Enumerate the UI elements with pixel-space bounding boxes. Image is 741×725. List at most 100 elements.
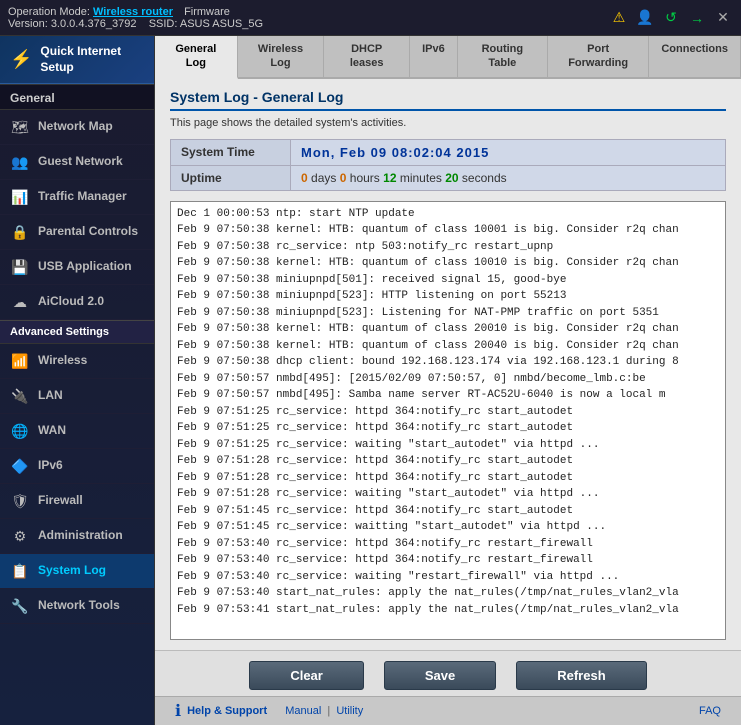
log-line: Dec 1 00:00:53 ntp: start NTP update — [175, 206, 721, 223]
wireless-label: Wireless — [38, 353, 87, 369]
tab-wireless-log[interactable]: Wireless Log — [238, 36, 325, 77]
system-time-value: Mon, Feb 09 08:02:04 2015 — [291, 139, 726, 165]
version-value: 3.0.0.4.376_3792 — [51, 18, 137, 30]
log-line: Feb 9 07:51:25 rc_service: httpd 364:not… — [175, 404, 721, 421]
sidebar-item-aicloud[interactable]: ☁ AiCloud 2.0 — [0, 285, 154, 320]
tab-ipv6[interactable]: IPv6 — [410, 36, 458, 77]
action-bar: Clear Save Refresh — [155, 650, 741, 696]
firmware-label: Firmware — [184, 6, 230, 18]
sidebar-item-wan[interactable]: 🌐 WAN — [0, 414, 154, 449]
quick-internet-setup[interactable]: ⚡ Quick Internet Setup — [0, 36, 154, 84]
traffic-manager-icon: 📊 — [10, 187, 30, 207]
uptime-seconds-label: seconds — [462, 171, 507, 185]
faq-link[interactable]: FAQ — [699, 705, 721, 717]
refresh-header-icon[interactable]: ↺ — [661, 8, 681, 28]
uptime-hours: 0 — [340, 171, 347, 185]
uptime-minutes-label: minutes — [400, 171, 442, 185]
uptime-label: Uptime — [171, 165, 291, 190]
clear-button[interactable]: Clear — [249, 661, 364, 690]
uptime-minutes: 12 — [383, 171, 396, 185]
op-mode-value: Wireless router — [93, 6, 173, 18]
tab-routing-table[interactable]: Routing Table — [458, 36, 548, 77]
sidebar-item-ipv6[interactable]: 🔷 IPv6 — [0, 449, 154, 484]
log-container[interactable]: Dec 1 00:00:53 ntp: start NTP updateFeb … — [170, 201, 726, 640]
guest-network-icon: 👥 — [10, 152, 30, 172]
sidebar-item-network-map[interactable]: 🗺 Network Map — [0, 110, 154, 145]
system-time-label: System Time — [171, 139, 291, 165]
footer-links: Manual | Utility — [285, 705, 363, 717]
sidebar-item-system-log[interactable]: 📋 System Log — [0, 554, 154, 589]
uptime-value: 0 days 0 hours 12 minutes 20 seconds — [291, 165, 726, 190]
log-line: Feb 9 07:51:25 rc_service: waiting "star… — [175, 437, 721, 454]
ipv6-label: IPv6 — [38, 458, 63, 474]
page-content: System Log - General Log This page shows… — [155, 79, 741, 650]
main-layout: ⚡ Quick Internet Setup General 🗺 Network… — [0, 36, 741, 725]
lan-label: LAN — [38, 388, 63, 404]
network-tools-icon: 🔧 — [10, 596, 30, 616]
log-line: Feb 9 07:50:38 kernel: HTB: quantum of c… — [175, 222, 721, 239]
utility-link[interactable]: Utility — [336, 705, 363, 717]
page-description: This page shows the detailed system's ac… — [170, 117, 726, 129]
log-line: Feb 9 07:50:38 kernel: HTB: quantum of c… — [175, 255, 721, 272]
setup-icon: ⚡ — [10, 49, 32, 70]
system-info-table: System Time Mon, Feb 09 08:02:04 2015 Up… — [170, 139, 726, 191]
log-line: Feb 9 07:50:38 rc_service: ntp 503:notif… — [175, 239, 721, 256]
guest-network-label: Guest Network — [38, 154, 123, 170]
arrow-icon[interactable]: → — [687, 8, 707, 28]
tab-connections[interactable]: Connections — [649, 36, 741, 77]
footer: ℹ Help & Support Manual | Utility FAQ — [155, 696, 741, 725]
log-line: Feb 9 07:53:41 start_nat_rules: apply th… — [175, 602, 721, 619]
log-line: Feb 9 07:50:38 miniupnpd[523]: Listening… — [175, 305, 721, 322]
tab-general-log[interactable]: General Log — [155, 36, 238, 79]
log-line: Feb 9 07:51:28 rc_service: waiting "star… — [175, 486, 721, 503]
warning-icon[interactable]: ⚠ — [609, 8, 629, 28]
help-support-label: Help & Support — [187, 705, 267, 717]
quick-setup-label: Quick Internet Setup — [40, 44, 144, 75]
uptime-seconds: 20 — [445, 171, 458, 185]
usb-application-icon: 💾 — [10, 257, 30, 277]
log-line: Feb 9 07:53:40 start_nat_rules: apply th… — [175, 585, 721, 602]
system-log-icon: 📋 — [10, 561, 30, 581]
sidebar-item-traffic-manager[interactable]: 📊 Traffic Manager — [0, 180, 154, 215]
save-button[interactable]: Save — [384, 661, 496, 690]
manual-link[interactable]: Manual — [285, 705, 321, 717]
sidebar-item-network-tools[interactable]: 🔧 Network Tools — [0, 589, 154, 624]
parental-controls-label: Parental Controls — [38, 224, 138, 240]
wireless-icon: 📶 — [10, 351, 30, 371]
log-line: Feb 9 07:53:40 rc_service: httpd 364:not… — [175, 536, 721, 553]
uptime-hours-label: hours — [350, 171, 380, 185]
log-line: Feb 9 07:53:40 rc_service: httpd 364:not… — [175, 552, 721, 569]
log-line: Feb 9 07:50:38 dhcp client: bound 192.16… — [175, 354, 721, 371]
parental-controls-icon: 🔒 — [10, 222, 30, 242]
traffic-manager-label: Traffic Manager — [38, 189, 127, 205]
uptime-days-label: days — [311, 171, 336, 185]
system-log-label: System Log — [38, 563, 106, 579]
log-line: Feb 9 07:51:28 rc_service: httpd 364:not… — [175, 470, 721, 487]
header-info: Operation Mode: Wireless router Firmware… — [8, 6, 263, 30]
user-icon[interactable]: 👤 — [635, 8, 655, 28]
ssid-value: ASUS ASUS_5G — [180, 18, 263, 30]
refresh-button[interactable]: Refresh — [516, 661, 646, 690]
wan-label: WAN — [38, 423, 66, 439]
sidebar-item-guest-network[interactable]: 👥 Guest Network — [0, 145, 154, 180]
log-line: Feb 9 07:51:45 rc_service: httpd 364:not… — [175, 503, 721, 520]
log-line: Feb 9 07:50:57 nmbd[495]: [2015/02/09 07… — [175, 371, 721, 388]
sidebar-item-lan[interactable]: 🔌 LAN — [0, 379, 154, 414]
log-line: Feb 9 07:50:38 miniupnpd[501]: received … — [175, 272, 721, 289]
tab-port-forwarding[interactable]: Port Forwarding — [548, 36, 649, 77]
sidebar-item-firewall[interactable]: 🛡 Firewall — [0, 484, 154, 519]
content-area: General Log Wireless Log DHCP leases IPv… — [155, 36, 741, 725]
log-line: Feb 9 07:53:40 rc_service: waiting "rest… — [175, 569, 721, 586]
log-line: Feb 9 07:51:28 rc_service: httpd 364:not… — [175, 453, 721, 470]
sidebar-item-wireless[interactable]: 📶 Wireless — [0, 344, 154, 379]
lan-icon: 🔌 — [10, 386, 30, 406]
sidebar-item-administration[interactable]: ⚙ Administration — [0, 519, 154, 554]
version-label: Version: — [8, 18, 48, 30]
sidebar-item-parental-controls[interactable]: 🔒 Parental Controls — [0, 215, 154, 250]
advanced-settings-label: Advanced Settings — [0, 320, 154, 344]
footer-separator: | — [327, 705, 333, 717]
log-line: Feb 9 07:50:38 kernel: HTB: quantum of c… — [175, 321, 721, 338]
close-header-icon[interactable]: ✕ — [713, 8, 733, 28]
tab-dhcp-leases[interactable]: DHCP leases — [324, 36, 410, 77]
sidebar-item-usb-application[interactable]: 💾 USB Application — [0, 250, 154, 285]
